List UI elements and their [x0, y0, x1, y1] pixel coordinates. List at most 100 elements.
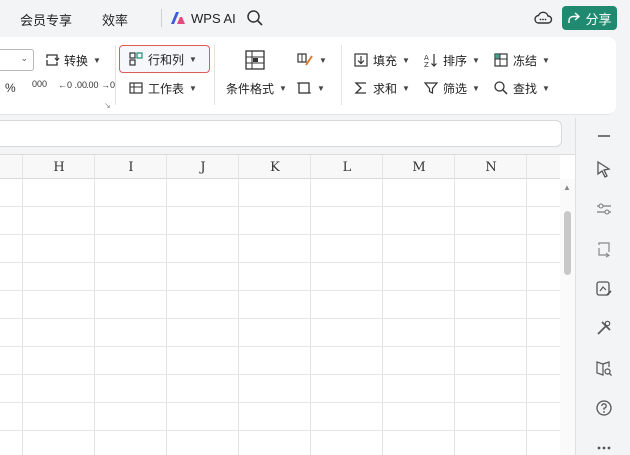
menu-divider [161, 9, 162, 27]
column-header-m[interactable]: M [383, 160, 455, 175]
rows-columns-icon [129, 52, 143, 66]
find-icon [494, 81, 508, 95]
collapse-icon[interactable] [594, 126, 614, 146]
chart-edit-icon[interactable] [594, 279, 614, 299]
ribbon-divider [341, 45, 342, 105]
scrollbar-thumb[interactable] [564, 211, 571, 275]
chevron-down-icon: ▼ [319, 55, 327, 65]
chevron-down-icon: ▼ [402, 55, 410, 65]
worksheet-icon [129, 82, 143, 94]
sum-button[interactable]: 求和 ▼ [353, 77, 410, 99]
sort-label: 排序 [443, 53, 468, 68]
convert-label: 转换 [64, 53, 89, 68]
column-header-n[interactable]: N [455, 160, 527, 175]
sort-button[interactable]: A Z 排序 ▼ [423, 49, 480, 71]
conditional-format-button[interactable]: 条件格式 ▼ [226, 77, 287, 99]
chevron-down-icon: ▼ [189, 83, 197, 93]
sum-label: 求和 [373, 81, 398, 96]
chevron-down-icon: ▼ [93, 55, 101, 65]
spreadsheet-grid[interactable]: H I J K L M N ▲ [0, 154, 575, 455]
worksheet-label: 工作表 [148, 81, 185, 96]
wps-ai-logo-icon [171, 12, 185, 24]
sliders-icon[interactable] [594, 199, 614, 219]
chevron-down-icon: ▼ [189, 54, 197, 64]
grid-column-line [22, 155, 23, 455]
rows-columns-button[interactable]: 行和列 ▼ [128, 48, 197, 70]
chevron-down-icon: ▼ [317, 83, 325, 93]
column-header-h[interactable]: H [23, 160, 95, 175]
grid-column-line [310, 155, 311, 455]
fill-icon [354, 53, 368, 67]
right-side-panel [575, 118, 630, 455]
ribbon-divider [115, 45, 116, 105]
cell-style-button[interactable]: ▼ [296, 49, 327, 71]
conditional-format-icon[interactable] [243, 48, 267, 72]
tools-icon[interactable] [594, 318, 614, 338]
find-label: 查找 [513, 81, 538, 96]
scroll-up-icon[interactable]: ▲ [563, 183, 571, 192]
menu-member-exclusive[interactable]: 会员专享 [20, 10, 72, 29]
menu-efficiency[interactable]: 效率 [102, 10, 128, 29]
grid-column-line [94, 155, 95, 455]
borders-button[interactable]: ▼ [296, 77, 325, 99]
chevron-down-icon: ⌄ [20, 53, 28, 63]
grid-column-line [238, 155, 239, 455]
column-header-k[interactable]: K [239, 160, 311, 175]
convert-button[interactable]: 转换 ▼ [44, 49, 101, 71]
grid-row-line [0, 402, 560, 403]
grid-row-line [0, 374, 560, 375]
book-search-icon[interactable] [594, 358, 614, 378]
more-icon[interactable] [594, 438, 614, 455]
freeze-button[interactable]: 冻结 ▼ [493, 49, 550, 71]
worksheet-button[interactable]: 工作表 ▼ [128, 77, 197, 99]
search-icon[interactable] [246, 9, 264, 27]
svg-text:Z: Z [424, 61, 429, 68]
column-header-l[interactable]: L [311, 160, 383, 175]
help-icon[interactable] [594, 398, 614, 418]
decrease-decimal-button[interactable]: .00 →0 [86, 80, 115, 90]
chevron-down-icon: ▼ [542, 55, 550, 65]
grid-row-line [0, 290, 560, 291]
find-button[interactable]: 查找 ▼ [493, 77, 550, 99]
formula-bar-input[interactable] [0, 120, 562, 147]
grid-row-line [0, 206, 560, 207]
column-header-i[interactable]: I [95, 160, 167, 175]
grid-column-line [526, 155, 527, 455]
ribbon-toolbar: ⌄ 转换 ▼ % 000 ←0 .00 .00 →0 ↘ 行和列 ▼ 工作表 ▼ [0, 37, 616, 115]
chevron-down-icon: ▼ [472, 55, 480, 65]
share-button[interactable]: 分享 [562, 6, 617, 30]
grid-row-line [0, 262, 560, 263]
increase-decimal-button[interactable]: ←0 .00 [58, 80, 87, 90]
chevron-down-icon: ▼ [472, 83, 480, 93]
grid-row-line [0, 430, 560, 431]
conditional-format-label: 条件格式 [226, 81, 275, 96]
share-icon [568, 12, 581, 23]
grid-row-line [0, 346, 560, 347]
freeze-label: 冻结 [513, 53, 538, 68]
share-label: 分享 [585, 11, 612, 27]
select-cursor-icon[interactable] [594, 159, 614, 179]
column-header-j[interactable]: J [167, 160, 239, 175]
grid-column-line [382, 155, 383, 455]
filter-label: 筛选 [443, 81, 468, 96]
top-bar: 会员专享 效率 WPS AI 分享 [0, 0, 630, 37]
convert-icon [46, 54, 60, 66]
chevron-down-icon: ▼ [402, 83, 410, 93]
rotate-icon[interactable] [594, 239, 614, 259]
cloud-icon[interactable] [533, 9, 553, 27]
filter-button[interactable]: 筛选 ▼ [423, 77, 480, 99]
grid-row-line [0, 318, 560, 319]
dialog-launcher-icon[interactable]: ↘ [104, 101, 111, 110]
number-format-dropdown[interactable]: ⌄ [0, 49, 34, 71]
column-header-row: H I J K L M N [0, 155, 560, 179]
grid-row-line [0, 234, 560, 235]
percent-button[interactable]: % [5, 81, 16, 95]
wps-ai-button[interactable]: WPS AI [170, 9, 236, 27]
paint-format-icon [297, 53, 313, 66]
vertical-scrollbar[interactable]: ▲ [560, 179, 575, 455]
sigma-icon [354, 82, 366, 94]
thousand-separator-button[interactable]: 000 [32, 79, 47, 89]
rows-columns-label: 行和列 [148, 52, 185, 67]
sort-icon: A Z [424, 54, 437, 68]
fill-button[interactable]: 填充 ▼ [353, 49, 410, 71]
